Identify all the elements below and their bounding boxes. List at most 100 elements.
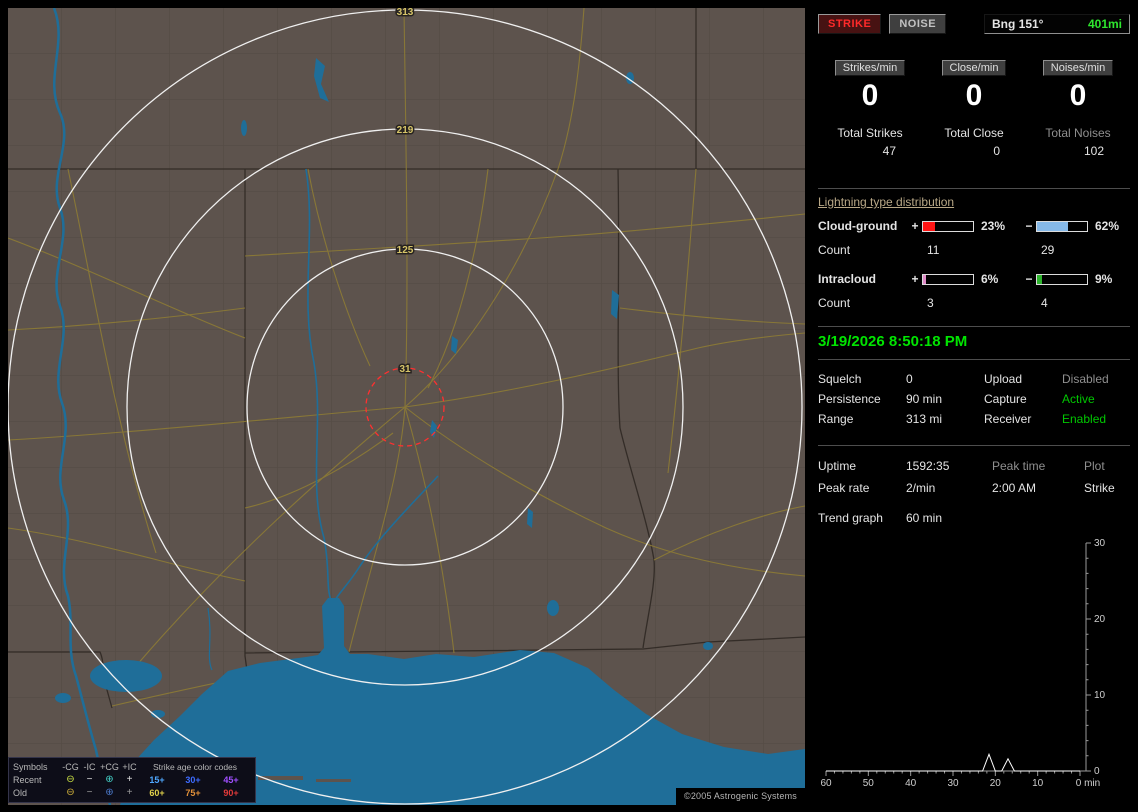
ring-label-313: 313 bbox=[397, 8, 414, 18]
uptime-value: 1592:35 bbox=[906, 459, 950, 473]
neg-cg-old-icon: ⊖ bbox=[66, 786, 75, 798]
age-code-45: 45+ bbox=[223, 774, 239, 785]
x-tick-60: 60 bbox=[820, 778, 832, 789]
total-noises-label: Total Noises bbox=[1045, 126, 1111, 140]
capture-label: Capture bbox=[984, 392, 1027, 406]
squelch-label: Squelch bbox=[818, 372, 862, 386]
trend-line bbox=[826, 752, 1080, 772]
persistence-label: Persistence bbox=[818, 392, 881, 406]
x-tick-50: 50 bbox=[863, 778, 875, 789]
total-close-value: 0 bbox=[993, 144, 1000, 158]
uptime-label: Uptime bbox=[818, 459, 857, 473]
chart-ticks bbox=[825, 542, 1091, 776]
age-code-15: 15+ bbox=[149, 774, 165, 785]
plus-sign: + bbox=[911, 272, 919, 286]
age-code-60: 60+ bbox=[149, 787, 165, 798]
pos-ic-recent-icon: + bbox=[126, 773, 133, 785]
peak-time-value: 2:00 AM bbox=[992, 481, 1037, 495]
legend-col-neg-cg: -CG bbox=[62, 761, 79, 772]
separator bbox=[818, 445, 1130, 446]
strike-button[interactable]: STRIKE bbox=[818, 14, 882, 34]
copyright: ©2005 Astrogenic Systems bbox=[676, 788, 805, 805]
separator bbox=[818, 359, 1130, 360]
count-label: Count bbox=[818, 243, 851, 257]
sidebar: STRIKE NOISE Bng 151° 401mi Strikes/min … bbox=[812, 0, 1138, 812]
settings-grid: Squelch 0 Upload Disabled Persistence 90… bbox=[818, 369, 1130, 429]
x-tick-30: 30 bbox=[947, 778, 959, 789]
lightning-map[interactable]: 313 219 125 31 Symbols -CG -IC +CG +IC S… bbox=[8, 8, 805, 805]
ic-plus-pct: 6% bbox=[981, 272, 999, 286]
neg-ic-old-icon: − bbox=[86, 786, 93, 798]
mode-toolbar: STRIKE NOISE Bng 151° 401mi bbox=[818, 14, 1130, 34]
upload-status: Disabled bbox=[1062, 372, 1109, 386]
cg-minus-count: 29 bbox=[1041, 243, 1055, 257]
peak-rate-value: 2/min bbox=[906, 481, 936, 495]
x-tick-20: 20 bbox=[990, 778, 1002, 789]
squelch-value: 0 bbox=[906, 372, 913, 386]
ring-label-125: 125 bbox=[397, 245, 414, 256]
total-strikes-value: 47 bbox=[882, 144, 896, 158]
trend-chart: 30 20 10 0 60 50 40 30 20 10 0 min bbox=[820, 538, 1106, 789]
minus-sign: − bbox=[1025, 272, 1033, 286]
map-legend: Symbols -CG -IC +CG +IC Strike age color… bbox=[8, 757, 256, 803]
intracloud-count-row: Count 3 4 bbox=[818, 296, 1130, 310]
neg-cg-recent-icon: ⊖ bbox=[66, 773, 75, 785]
count-label: Count bbox=[818, 296, 851, 310]
age-code-90: 90+ bbox=[223, 787, 239, 798]
legend-age-header: Strike age color codes bbox=[152, 761, 238, 772]
separator bbox=[818, 188, 1130, 189]
bearing-panel: Bng 151° 401mi bbox=[984, 14, 1130, 34]
legend-row-old-label: Old bbox=[13, 787, 28, 798]
pos-ic-old-icon: + bbox=[126, 786, 133, 798]
y-tick-20: 20 bbox=[1094, 614, 1106, 625]
neg-ic-recent-icon: − bbox=[86, 773, 93, 785]
capture-status: Active bbox=[1062, 392, 1095, 406]
noise-button[interactable]: NOISE bbox=[889, 14, 947, 34]
range-value: 313 mi bbox=[906, 412, 943, 426]
trend-header: Trend graph 60 min bbox=[818, 511, 1130, 525]
plot-value: Strike bbox=[1084, 481, 1115, 495]
x-tick-10: 10 bbox=[1032, 778, 1044, 789]
distribution-title: Lightning type distribution bbox=[818, 195, 955, 209]
ic-plus-bar bbox=[922, 273, 974, 285]
ring-label-219: 219 bbox=[397, 125, 414, 136]
receiver-status: Enabled bbox=[1062, 412, 1107, 426]
trend-graph-label: Trend graph bbox=[818, 511, 883, 525]
bearing-value: Bng 151° bbox=[992, 17, 1044, 31]
cg-minus-pct: 62% bbox=[1095, 219, 1120, 233]
y-tick-30: 30 bbox=[1094, 538, 1106, 549]
y-tick-10: 10 bbox=[1094, 690, 1106, 701]
separator bbox=[818, 326, 1130, 327]
rate-col-strikes: Strikes/min 0 Total Strikes 47 bbox=[818, 60, 922, 158]
close-per-min-label: Close/min bbox=[941, 60, 1007, 76]
y-tick-0: 0 bbox=[1094, 766, 1100, 777]
rate-col-noises: Noises/min 0 Total Noises 102 bbox=[1026, 60, 1130, 158]
ic-minus-bar bbox=[1036, 273, 1088, 285]
legend-row-recent-label: Recent bbox=[13, 774, 42, 785]
total-strikes-label: Total Strikes bbox=[837, 126, 903, 140]
persistence-value: 90 min bbox=[906, 392, 943, 406]
pos-cg-old-icon: ⊕ bbox=[105, 786, 114, 798]
stats-grid: Uptime 1592:35 Peak time Plot Peak rate … bbox=[818, 455, 1130, 499]
clock: 3/19/2026 8:50:18 PM bbox=[818, 333, 968, 350]
total-noises-value: 102 bbox=[1083, 144, 1104, 158]
legend-col-pos-ic: +IC bbox=[122, 761, 137, 772]
ic-minus-count: 4 bbox=[1041, 296, 1048, 310]
age-code-30: 30+ bbox=[185, 774, 201, 785]
legend-col-neg-ic: -IC bbox=[83, 761, 96, 772]
rate-panels: Strikes/min 0 Total Strikes 47 Close/min… bbox=[818, 60, 1130, 158]
plot-label: Plot bbox=[1084, 459, 1105, 473]
strikes-per-min-value: 0 bbox=[861, 79, 879, 112]
intracloud-label: Intracloud bbox=[818, 272, 877, 286]
ic-minus-pct: 9% bbox=[1095, 272, 1113, 286]
cloud-ground-row: Cloud-ground + 23% − 62% bbox=[818, 219, 1130, 233]
legend-col-pos-cg: +CG bbox=[100, 761, 119, 772]
ic-plus-count: 3 bbox=[927, 296, 934, 310]
peak-time-label: Peak time bbox=[992, 459, 1046, 473]
upload-label: Upload bbox=[984, 372, 1023, 386]
minus-sign: − bbox=[1025, 219, 1033, 233]
peak-rate-label: Peak rate bbox=[818, 481, 870, 495]
noises-per-min-value: 0 bbox=[1069, 79, 1087, 112]
cloud-ground-count-row: Count 11 29 bbox=[818, 243, 1130, 257]
cg-plus-pct: 23% bbox=[981, 219, 1006, 233]
